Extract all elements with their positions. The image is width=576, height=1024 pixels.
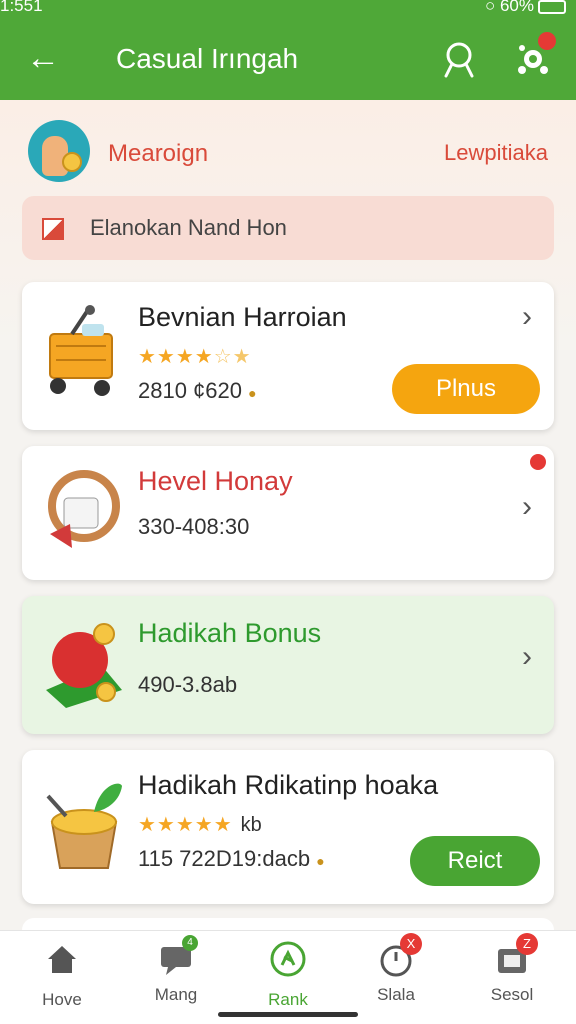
chat-icon: 4 bbox=[158, 935, 198, 977]
list-card[interactable]: Hadikah Bonus 490-3.8ab › bbox=[22, 596, 554, 734]
nav-item-messages[interactable]: 4 Mang bbox=[126, 935, 226, 1005]
nav-label: Rank bbox=[268, 990, 308, 1009]
rating-stars: ★★★★★ kb bbox=[138, 814, 262, 836]
react-button[interactable]: Reict bbox=[410, 836, 540, 886]
status-bar: 1:551 ○ 60% bbox=[0, 0, 576, 18]
coin-icon: ● bbox=[316, 853, 325, 869]
list-card[interactable]: Bevnian Harroian ★★★★☆★ 2810 ¢620 ● › Pl… bbox=[22, 282, 554, 430]
bag-icon: Z bbox=[494, 933, 538, 977]
chevron-right-icon[interactable]: › bbox=[522, 300, 532, 334]
page-title: Casual Irıngah bbox=[116, 43, 299, 74]
chevron-right-icon[interactable]: › bbox=[522, 490, 532, 524]
nav-label: Hove bbox=[42, 990, 82, 1009]
nav-badge: Z bbox=[516, 933, 538, 955]
list-card[interactable]: Hevel Honay 330-408:30 › bbox=[22, 446, 554, 580]
card-title: Bevnian Harroian bbox=[138, 302, 347, 332]
app-bar: ← Casual Irıngah bbox=[0, 18, 576, 100]
notification-dot bbox=[538, 32, 556, 50]
timer-icon: X bbox=[378, 933, 422, 977]
home-icon bbox=[48, 946, 76, 973]
card-title: Hadikah Bonus bbox=[138, 618, 322, 648]
promo-row[interactable]: Mearoign Lewpitiaka bbox=[28, 118, 548, 184]
promo-name: Mearoign bbox=[108, 140, 209, 167]
plus-button[interactable]: Plnus bbox=[392, 364, 540, 414]
wifi-icon: ○ bbox=[484, 0, 496, 15]
card-subtitle: 330-408:30 bbox=[138, 514, 250, 539]
fruit-icon bbox=[46, 623, 122, 708]
pretzel-icon bbox=[48, 470, 120, 548]
avatar bbox=[28, 120, 90, 182]
basket-icon bbox=[46, 783, 122, 869]
status-right: ○ 60% bbox=[485, 0, 566, 16]
rating-note: kb bbox=[240, 814, 262, 836]
card-subtitle: 490-3.8ab bbox=[138, 672, 238, 697]
card-subtitle: 2810 ¢620 ● bbox=[138, 378, 257, 403]
coin-icon bbox=[62, 152, 82, 172]
nav-badge: X bbox=[400, 933, 422, 955]
nav-badge: 4 bbox=[182, 935, 198, 951]
status-time: 1:551 bbox=[0, 0, 43, 15]
nav-item-home[interactable]: Hove bbox=[12, 941, 112, 1010]
promo-link[interactable]: Lewpitiaka bbox=[444, 140, 548, 166]
card-title: Hevel Honay bbox=[138, 466, 293, 496]
home-indicator bbox=[218, 1012, 358, 1017]
rating-stars: ★★★★☆★ bbox=[138, 346, 252, 368]
status-battery: 60% bbox=[499, 0, 534, 15]
notification-dot bbox=[528, 452, 548, 472]
nav-label: Slala bbox=[377, 985, 415, 1004]
card-subtitle: 115 722D19:dacb ● bbox=[138, 846, 325, 871]
nav-label: Mang bbox=[154, 985, 198, 1004]
back-arrow-icon[interactable]: ← bbox=[26, 38, 60, 78]
cart-icon bbox=[49, 305, 113, 396]
coin-icon: ● bbox=[248, 385, 257, 401]
list-card[interactable]: Hadikah Rdikatinp hoaka ★★★★★ kb 115 722D… bbox=[22, 750, 554, 904]
nav-item-stats[interactable]: X Slala bbox=[346, 933, 446, 1005]
card-title: Hadikah Rdikatinp hoaka bbox=[138, 770, 439, 800]
rank-icon bbox=[270, 941, 306, 977]
chevron-right-icon[interactable]: › bbox=[522, 640, 532, 674]
nav-label: Sesol bbox=[490, 985, 534, 1004]
flag-icon bbox=[42, 218, 64, 240]
nav-item-social[interactable]: Z Sesol bbox=[462, 933, 562, 1005]
user-icon[interactable] bbox=[440, 40, 478, 78]
bottom-nav: Hove 4 Mang Rank X Slala Z Sesol bbox=[0, 930, 576, 1024]
notice-banner[interactable]: Elanokan Nand Hon bbox=[22, 196, 554, 260]
nav-item-rank[interactable]: Rank bbox=[238, 941, 338, 1010]
battery-icon bbox=[538, 0, 566, 14]
notice-text: Elanokan Nand Hon bbox=[90, 215, 287, 240]
